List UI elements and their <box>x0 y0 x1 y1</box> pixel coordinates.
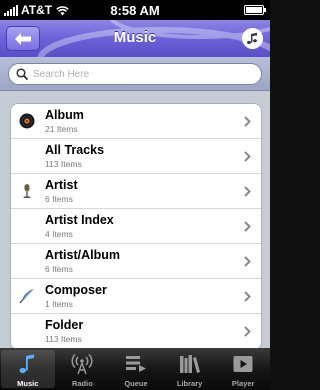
list-item-all-tracks[interactable]: All Tracks 113 Items <box>11 139 261 174</box>
list-item-title: All Tracks <box>45 143 105 157</box>
list-item-artist-album[interactable]: Artist/Album 6 Items <box>11 244 261 279</box>
list-item-title: Artist/Album <box>45 248 120 262</box>
search-input[interactable] <box>33 68 233 80</box>
microphone-icon <box>23 184 31 198</box>
music-note-icon <box>19 354 34 374</box>
chevron-right-icon <box>244 186 251 197</box>
queue-icon <box>125 356 146 372</box>
chevron-right-icon <box>244 291 251 302</box>
list-item-title: Composer <box>45 283 107 297</box>
list-item-count: 113 Items <box>45 334 82 344</box>
list-item-album[interactable]: Album 21 Items <box>11 104 261 139</box>
list-item-count: 113 Items <box>45 159 82 169</box>
tab-label: Radio <box>71 379 93 388</box>
list-item-title: Artist Index <box>45 213 114 227</box>
search-icon <box>16 68 28 80</box>
list-item-count: 6 Items <box>45 264 73 274</box>
tab-label: Player <box>231 379 255 388</box>
list-item-title: Folder <box>45 318 84 332</box>
list-item-artist[interactable]: Artist 6 Items <box>11 174 261 209</box>
battery-icon <box>244 5 266 15</box>
chevron-right-icon <box>244 221 251 232</box>
tab-library[interactable]: Library <box>163 348 217 390</box>
tab-radio[interactable]: Radio <box>56 348 110 390</box>
page-title: Music <box>113 29 157 46</box>
tab-player[interactable]: Player <box>216 348 270 390</box>
record-icon <box>19 113 35 129</box>
tab-label: Library <box>176 379 203 388</box>
chevron-right-icon <box>244 256 251 267</box>
clock: 8:58 AM <box>110 3 160 18</box>
tab-label: Music <box>17 379 39 388</box>
music-note-icon <box>247 32 257 45</box>
search-bar <box>0 57 270 91</box>
now-playing-button[interactable] <box>242 28 263 49</box>
list-item-composer[interactable]: Composer 1 Items <box>11 279 261 314</box>
chevron-right-icon <box>244 116 251 127</box>
search-field[interactable] <box>8 63 262 85</box>
list-item-count: 21 Items <box>45 124 78 134</box>
list-item-count: 4 Items <box>45 229 73 239</box>
main-content: Album 21 Items All Tracks 113 Items Arti… <box>0 91 270 348</box>
tab-queue[interactable]: Queue <box>109 348 163 390</box>
list-item-count: 6 Items <box>45 194 73 204</box>
list-item-title: Artist <box>45 178 78 192</box>
chevron-right-icon <box>244 326 251 337</box>
tab-label: Queue <box>124 379 148 388</box>
radio-tower-icon <box>71 353 93 375</box>
tab-music[interactable]: Music <box>1 350 55 388</box>
player-icon <box>233 356 253 372</box>
category-list: Album 21 Items All Tracks 113 Items Arti… <box>10 103 262 348</box>
navigation-bar: Music <box>0 20 270 57</box>
list-item-folder[interactable]: Folder 113 Items <box>11 314 261 348</box>
chevron-right-icon <box>244 151 251 162</box>
tab-bar: Music Radio Queue Library Player <box>0 348 270 390</box>
library-icon <box>179 355 200 373</box>
quill-pen-icon <box>19 289 34 304</box>
status-bar: AT&T 8:58 AM <box>0 0 270 20</box>
list-item-count: 1 Items <box>45 299 73 309</box>
list-item-artist-index[interactable]: Artist Index 4 Items <box>11 209 261 244</box>
list-item-title: Album <box>45 108 84 122</box>
